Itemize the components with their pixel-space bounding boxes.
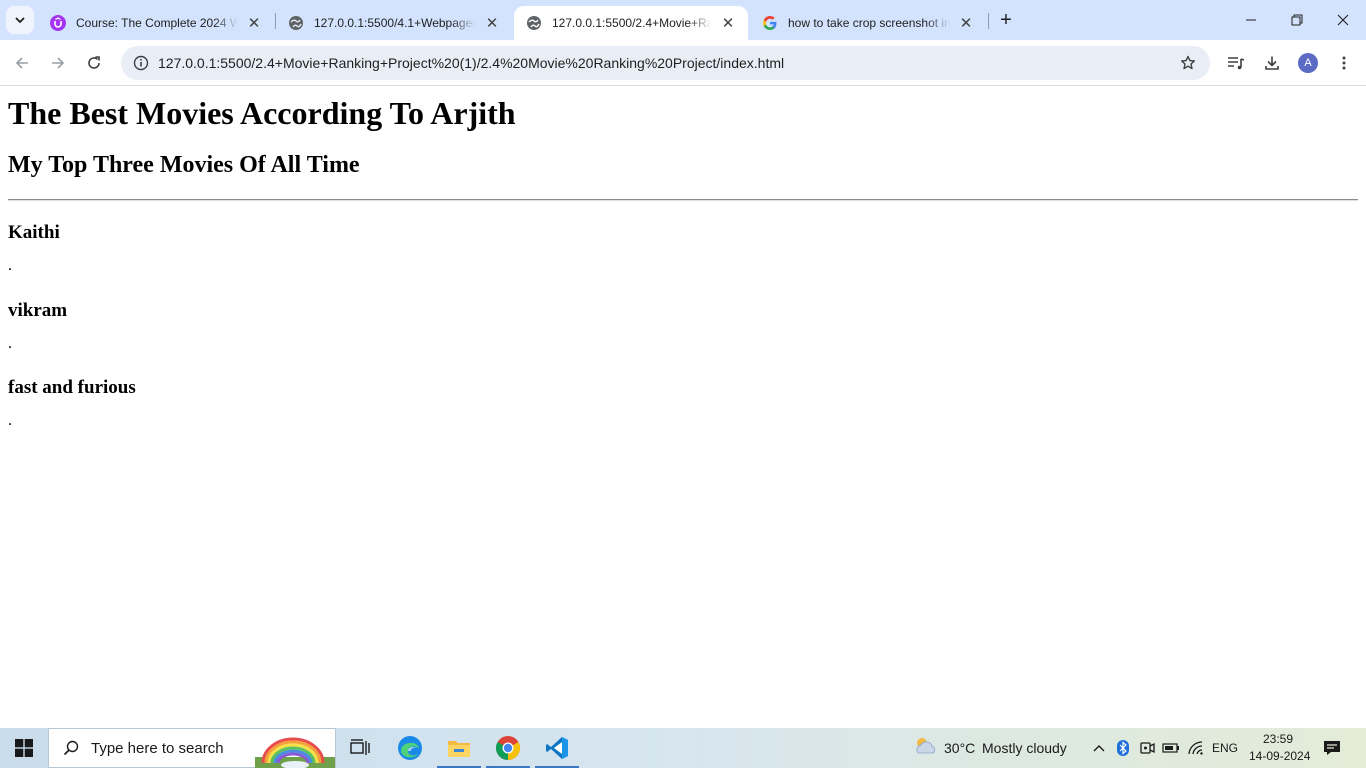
info-icon[interactable] xyxy=(129,51,153,75)
search-placeholder: Type here to search xyxy=(91,739,224,757)
browser-toolbar: 127.0.0.1:5500/2.4+Movie+Ranking+Project… xyxy=(0,40,1366,86)
clock-time[interactable]: 23:59 xyxy=(1263,732,1293,746)
battery-icon[interactable] xyxy=(1162,738,1180,758)
tab-title: how to take crop screenshot in windows xyxy=(788,16,950,30)
tab-separator xyxy=(988,13,989,29)
download-icon xyxy=(1265,56,1279,70)
back-button[interactable] xyxy=(8,49,36,77)
taskbar-search-box[interactable]: Type here to search xyxy=(48,728,336,768)
globe-icon xyxy=(526,15,542,31)
downloads-button[interactable] xyxy=(1258,49,1286,77)
folder-icon xyxy=(448,741,470,757)
close-icon[interactable]: ✕ xyxy=(244,13,264,33)
bluetooth-icon[interactable] xyxy=(1114,738,1132,758)
media-queue-icon xyxy=(1228,57,1245,70)
tab-movie-ranking[interactable]: 127.0.0.1:5500/2.4+Movie+Ranking ✕ xyxy=(514,6,748,40)
google-icon xyxy=(762,15,778,31)
movie-title: vikram xyxy=(8,300,68,321)
tab-title: Course: The Complete 2024 Web Developmen… xyxy=(76,16,238,30)
movie-title: Kaithi xyxy=(8,222,60,243)
more-vertical-icon xyxy=(1342,56,1346,70)
search-icon xyxy=(63,740,79,756)
close-window-button[interactable] xyxy=(1320,0,1366,40)
movie-description: . xyxy=(8,257,12,274)
page-title: The Best Movies According To Arjith xyxy=(8,95,516,131)
media-control-button[interactable] xyxy=(1222,49,1250,77)
tab-webpages[interactable]: 127.0.0.1:5500/4.1+Webpages/index.html ✕ xyxy=(276,6,512,40)
taskbar-vscode[interactable] xyxy=(533,728,581,768)
clock-date[interactable]: 14-09-2024 xyxy=(1249,749,1310,763)
notification-center-icon[interactable] xyxy=(1323,738,1341,758)
task-view-icon xyxy=(350,739,370,755)
chevron-up-icon[interactable] xyxy=(1090,738,1108,758)
reload-icon xyxy=(88,56,100,69)
restore-button[interactable] xyxy=(1274,0,1320,40)
weather-temp[interactable]: 30°C xyxy=(944,740,975,756)
taskbar-edge[interactable] xyxy=(386,728,434,768)
new-tab-button[interactable]: + xyxy=(994,8,1018,32)
taskbar-chrome[interactable] xyxy=(484,728,532,768)
edge-icon xyxy=(398,736,422,760)
tab-strip: Course: The Complete 2024 Web Developmen… xyxy=(0,0,1366,40)
movie-title: fast and furious xyxy=(8,377,136,398)
meet-now-icon[interactable] xyxy=(1138,738,1156,758)
reload-button[interactable] xyxy=(80,49,108,77)
tab-title: 127.0.0.1:5500/4.1+Webpages/index.html xyxy=(314,16,476,30)
weather-condition[interactable]: Mostly cloudy xyxy=(982,740,1067,756)
udemy-icon xyxy=(50,15,66,31)
minimize-icon xyxy=(1246,19,1256,21)
movie-description: . xyxy=(8,335,12,352)
tab-udemy-course[interactable]: Course: The Complete 2024 Web Developmen… xyxy=(38,6,274,40)
taskbar-file-explorer[interactable] xyxy=(435,728,483,768)
globe-icon xyxy=(288,15,304,31)
task-view-button[interactable] xyxy=(336,728,384,768)
address-url[interactable]: 127.0.0.1:5500/2.4+Movie+Ranking+Project… xyxy=(158,55,784,71)
close-icon xyxy=(1337,14,1349,26)
close-icon[interactable]: ✕ xyxy=(482,13,502,33)
tab-search-button[interactable] xyxy=(6,6,34,34)
arrow-left-icon xyxy=(15,57,28,69)
tab-google-search[interactable]: how to take crop screenshot in windows ✕ xyxy=(750,6,986,40)
forward-button[interactable] xyxy=(44,49,72,77)
chrome-icon xyxy=(495,736,521,760)
wifi-icon[interactable] xyxy=(1187,738,1205,758)
windows-logo-icon xyxy=(15,739,33,757)
avatar: A xyxy=(1298,53,1318,73)
restore-icon xyxy=(1291,14,1303,26)
vscode-icon xyxy=(546,737,568,759)
page-subtitle: My Top Three Movies Of All Time xyxy=(8,152,360,178)
divider xyxy=(8,199,1358,201)
minimize-button[interactable] xyxy=(1228,0,1274,40)
windows-taskbar: Type here to search 30°C Mostly cloudy E… xyxy=(0,728,1366,768)
close-icon[interactable]: ✕ xyxy=(956,13,976,33)
menu-button[interactable] xyxy=(1330,49,1358,77)
start-button[interactable] xyxy=(0,728,48,768)
weather-cloudy-icon[interactable] xyxy=(912,736,938,756)
address-bar[interactable]: 127.0.0.1:5500/2.4+Movie+Ranking+Project… xyxy=(121,46,1210,80)
bookmark-star-icon[interactable] xyxy=(1176,51,1200,75)
chevron-down-icon xyxy=(15,17,25,24)
plus-icon: + xyxy=(1000,8,1012,31)
profile-button[interactable]: A xyxy=(1294,49,1322,77)
language-indicator[interactable]: ENG xyxy=(1212,741,1238,755)
rainbow-icon xyxy=(255,737,335,768)
arrow-right-icon xyxy=(52,57,65,69)
movie-description: . xyxy=(8,412,12,429)
close-icon[interactable]: ✕ xyxy=(718,13,738,33)
tab-title: 127.0.0.1:5500/2.4+Movie+Ranking xyxy=(552,16,712,30)
